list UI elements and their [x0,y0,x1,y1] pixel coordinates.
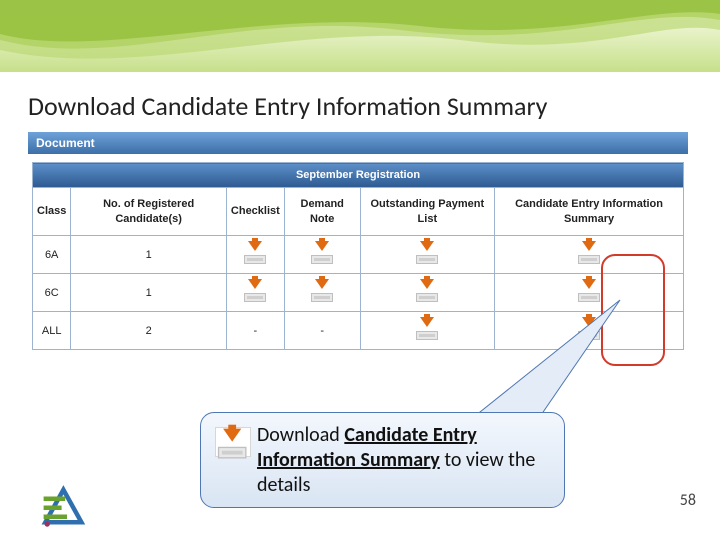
cell-class: ALL [33,312,71,350]
download-icon[interactable] [244,242,266,264]
table-section-header: September Registration [33,163,684,188]
cell-checklist[interactable] [226,274,284,312]
col-checklist: Checklist [226,188,284,236]
banner-swoosh [0,0,720,72]
cell-outstanding[interactable] [360,312,495,350]
col-outstanding: Outstanding Payment List [360,188,495,236]
callout-text-prefix: Download [257,423,344,447]
download-icon[interactable] [244,280,266,302]
download-icon[interactable] [416,242,438,264]
table-row: ALL2-- [33,312,684,350]
slide-title: Download Candidate Entry Information Sum… [28,90,720,122]
col-candidate-entry: Candidate Entry Information Summary [495,188,684,236]
cell-demand-note[interactable] [284,274,360,312]
download-icon[interactable] [578,242,600,264]
cell-candidate-entry[interactable] [495,274,684,312]
cell-registered: 1 [71,236,227,274]
table-row: 6A1 [33,236,684,274]
cell-candidate-entry[interactable] [495,312,684,350]
cell-class: 6C [33,274,71,312]
col-demand-note: Demand Note [284,188,360,236]
download-icon[interactable] [311,280,333,302]
cell-outstanding[interactable] [360,236,495,274]
page-number: 58 [680,491,696,510]
download-icon[interactable] [416,318,438,340]
download-icon[interactable] [416,280,438,302]
download-icon[interactable] [578,318,600,340]
slide-banner [0,0,720,72]
download-icon [215,427,251,457]
download-icon[interactable] [578,280,600,302]
ea-logo [40,484,94,528]
download-icon[interactable] [311,242,333,264]
cell-registered: 1 [71,274,227,312]
cell-demand-note: - [284,312,360,350]
table-row: 6C1 [33,274,684,312]
registration-table: September Registration Class No. of Regi… [32,162,684,350]
cell-outstanding[interactable] [360,274,495,312]
tab-document[interactable]: Document [28,132,688,154]
col-class: Class [33,188,71,236]
col-registered: No. of Registered Candidate(s) [71,188,227,236]
cell-checklist[interactable] [226,236,284,274]
cell-class: 6A [33,236,71,274]
cell-candidate-entry[interactable] [495,236,684,274]
cell-checklist: - [226,312,284,350]
cell-demand-note[interactable] [284,236,360,274]
callout-bubble: Download Candidate Entry Information Sum… [200,412,565,508]
cell-registered: 2 [71,312,227,350]
